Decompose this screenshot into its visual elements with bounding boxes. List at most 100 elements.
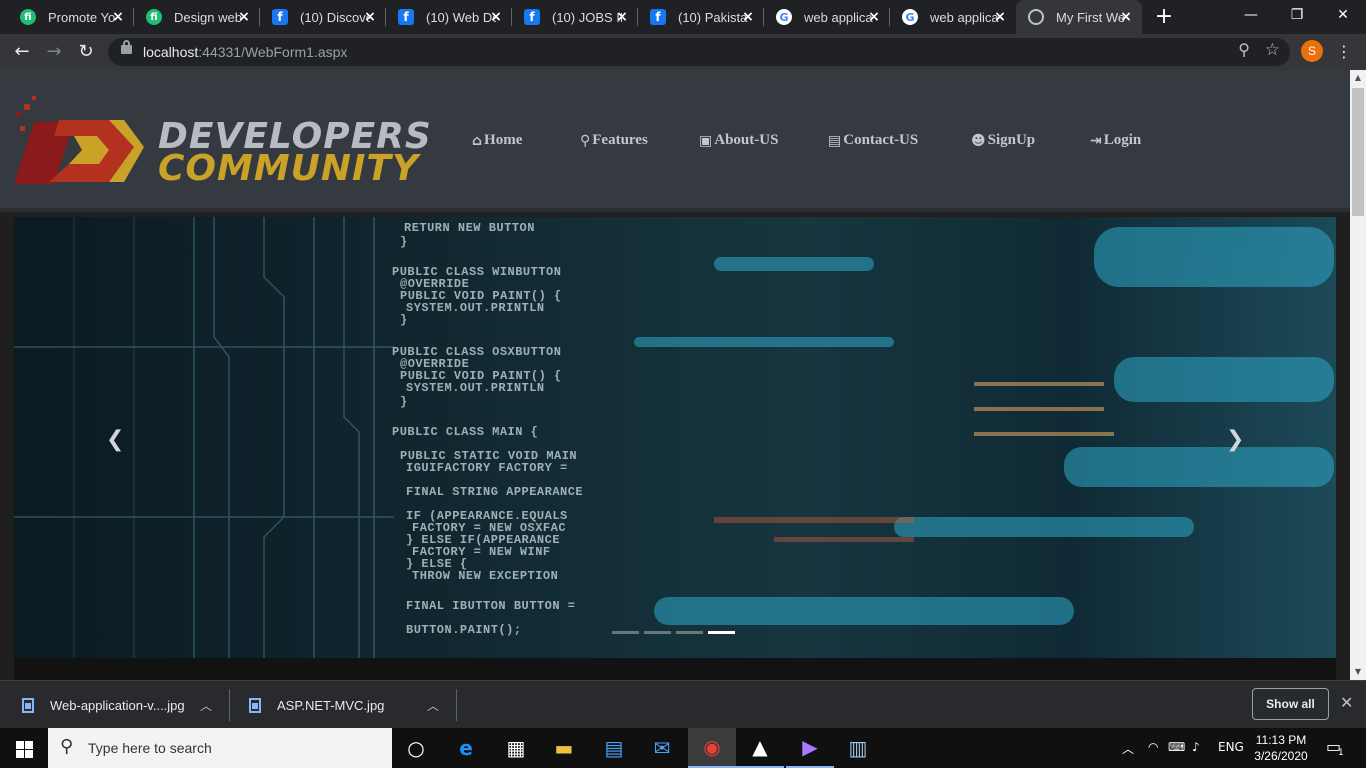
chevron-up-icon: ︿ bbox=[200, 698, 213, 713]
code-line: SYSTEM.OUT.PRINTLN bbox=[406, 381, 545, 395]
lock-icon[interactable] bbox=[121, 40, 132, 54]
carousel-next-icon[interactable]: ❯ bbox=[1226, 427, 1244, 452]
scroll-up-icon[interactable]: ▲ bbox=[1350, 70, 1366, 86]
code-line: } bbox=[400, 235, 408, 249]
code-line: SYSTEM.OUT.PRINTLN bbox=[406, 301, 545, 315]
close-icon[interactable]: × bbox=[866, 9, 882, 25]
google-icon: G bbox=[776, 9, 792, 25]
page-section-dark bbox=[14, 658, 1336, 680]
tab-title: Promote Yo bbox=[48, 9, 116, 25]
tab-google-1[interactable]: G web applica × bbox=[764, 0, 890, 34]
url-text[interactable]: localhost:44331/WebForm1.aspx bbox=[143, 44, 347, 60]
download-item[interactable]: Web-application-v....jpg bbox=[22, 681, 185, 729]
search-placeholder: Type here to search bbox=[88, 740, 212, 756]
window-close-button[interactable]: ✕ bbox=[1320, 0, 1366, 34]
minimize-button[interactable]: — bbox=[1228, 0, 1274, 34]
chrome-menu-icon[interactable]: ⋮ bbox=[1334, 40, 1354, 64]
nav-login[interactable]: ⇥ Login bbox=[1090, 132, 1141, 149]
taskbar-clock[interactable]: 11:13 PM 3/26/2020 bbox=[1252, 732, 1310, 764]
code-line: THROW NEW EXCEPTION bbox=[412, 569, 559, 583]
tab-promote[interactable]: fi Promote Yo × bbox=[8, 0, 134, 34]
volume-icon[interactable]: ♪ bbox=[1192, 740, 1200, 754]
nav-signup[interactable]: ☻ SignUp bbox=[971, 132, 1035, 149]
close-icon[interactable]: × bbox=[488, 9, 504, 25]
tab-google-2[interactable]: G web applica × bbox=[890, 0, 1016, 34]
download-options[interactable]: ︿ bbox=[427, 681, 439, 729]
show-all-button[interactable]: Show all bbox=[1252, 688, 1329, 720]
nav-label: Features bbox=[592, 132, 648, 148]
close-icon[interactable]: × bbox=[740, 9, 756, 25]
nav-about-us[interactable]: ▣ About-US bbox=[699, 132, 778, 149]
windows-start-icon[interactable] bbox=[0, 728, 48, 768]
close-icon[interactable]: × bbox=[1118, 9, 1134, 25]
restore-button[interactable]: ❐ bbox=[1274, 0, 1320, 34]
carousel-indicator[interactable] bbox=[676, 631, 703, 634]
search-icon: ⚲ bbox=[60, 736, 74, 757]
tab-fb-discover[interactable]: f (10) Discove × bbox=[260, 0, 386, 34]
task-manager-icon[interactable]: ▥ bbox=[834, 728, 882, 768]
forward-button[interactable]: → bbox=[42, 40, 66, 64]
nav-label: Contact-US bbox=[843, 132, 919, 148]
input-method-icon[interactable]: ⌨ bbox=[1168, 740, 1185, 754]
nav-home[interactable]: ⌂ Home bbox=[472, 132, 522, 149]
code-line: FINAL STRING APPEARANCE bbox=[406, 485, 584, 499]
tab-fb-jobs[interactable]: f (10) JOBS IN × bbox=[512, 0, 638, 34]
download-item[interactable]: ASP.NET-MVC.jpg bbox=[249, 681, 384, 729]
tab-fb-web-dev[interactable]: f (10) Web De × bbox=[386, 0, 512, 34]
user-icon: ⚲ bbox=[580, 132, 591, 149]
book-icon: ▣ bbox=[699, 132, 713, 149]
language-indicator[interactable]: ENG bbox=[1218, 740, 1244, 754]
fiverr-icon: fi bbox=[146, 9, 162, 25]
close-icon[interactable]: × bbox=[236, 9, 252, 25]
bookmark-star-icon[interactable]: ☆ bbox=[1265, 40, 1280, 60]
nav-features[interactable]: ⚲ Features bbox=[580, 132, 648, 149]
close-icon[interactable]: × bbox=[614, 9, 630, 25]
facebook-icon: f bbox=[650, 9, 666, 25]
code-line: } bbox=[400, 395, 408, 409]
nav-contact-us[interactable]: ▤ Contact-US bbox=[828, 132, 918, 149]
nav-label: About-US bbox=[714, 132, 779, 148]
download-filename: Web-application-v....jpg bbox=[50, 697, 185, 713]
edge-icon[interactable]: e bbox=[442, 728, 490, 768]
calculator-icon[interactable]: ▦ bbox=[492, 728, 540, 768]
scroll-down-icon[interactable]: ▼ bbox=[1350, 664, 1366, 680]
close-icon[interactable]: ✕ bbox=[1340, 693, 1353, 712]
file-explorer-icon[interactable]: ▬ bbox=[540, 728, 588, 768]
taskbar-search-box[interactable]: ⚲ Type here to search bbox=[48, 728, 392, 768]
carousel-indicator[interactable] bbox=[612, 631, 639, 634]
chrome-icon[interactable]: ◉ bbox=[688, 728, 736, 768]
store-icon[interactable]: ▤ bbox=[590, 728, 638, 768]
close-icon[interactable]: × bbox=[992, 9, 1008, 25]
address-bar[interactable]: localhost:44331/WebForm1.aspx ⚲ ☆ bbox=[108, 38, 1290, 66]
tab-my-first-web[interactable]: o My First We × bbox=[1016, 0, 1142, 34]
nav-label: Login bbox=[1103, 132, 1142, 148]
mail-icon[interactable]: ✉ bbox=[638, 728, 686, 768]
tab-fb-pakistan[interactable]: f (10) Pakistan × bbox=[638, 0, 764, 34]
site-logo[interactable]: DEVELOPERS COMMUNITY bbox=[14, 92, 431, 192]
tab-title: My First We bbox=[1056, 9, 1126, 25]
scroll-thumb[interactable] bbox=[1352, 88, 1364, 216]
code-line: PUBLIC CLASS MAIN { bbox=[392, 425, 539, 439]
carousel-prev-icon[interactable]: ❮ bbox=[106, 427, 124, 452]
profile-avatar[interactable]: S bbox=[1301, 40, 1323, 62]
photos-icon[interactable]: ▲ bbox=[736, 728, 784, 768]
wifi-icon[interactable]: ◠ bbox=[1148, 740, 1158, 754]
close-icon[interactable]: × bbox=[110, 9, 126, 25]
zoom-icon[interactable]: ⚲ bbox=[1238, 40, 1250, 59]
download-options[interactable]: ︿ bbox=[200, 681, 212, 729]
page-scrollbar[interactable]: ▲ ▼ bbox=[1350, 70, 1366, 680]
chevron-up-icon[interactable]: ︿ bbox=[1122, 740, 1134, 757]
new-tab-button[interactable]: + bbox=[1152, 5, 1176, 29]
back-button[interactable]: ← bbox=[10, 40, 34, 64]
reload-button[interactable]: ↻ bbox=[74, 40, 98, 64]
tab-design-web[interactable]: fi Design web × bbox=[134, 0, 260, 34]
carousel-indicator-active[interactable] bbox=[708, 631, 735, 634]
carousel-indicator[interactable] bbox=[644, 631, 671, 634]
visual-studio-icon[interactable]: ▶ bbox=[786, 728, 834, 768]
brand-line-2: COMMUNITY bbox=[158, 148, 420, 189]
close-icon[interactable]: × bbox=[362, 9, 378, 25]
browser-toolbar: ← → ↻ localhost:44331/WebForm1.aspx ⚲ ☆ … bbox=[0, 34, 1366, 70]
divider bbox=[456, 689, 457, 721]
facebook-icon: f bbox=[272, 9, 288, 25]
task-view-icon[interactable]: ○ bbox=[392, 728, 440, 768]
